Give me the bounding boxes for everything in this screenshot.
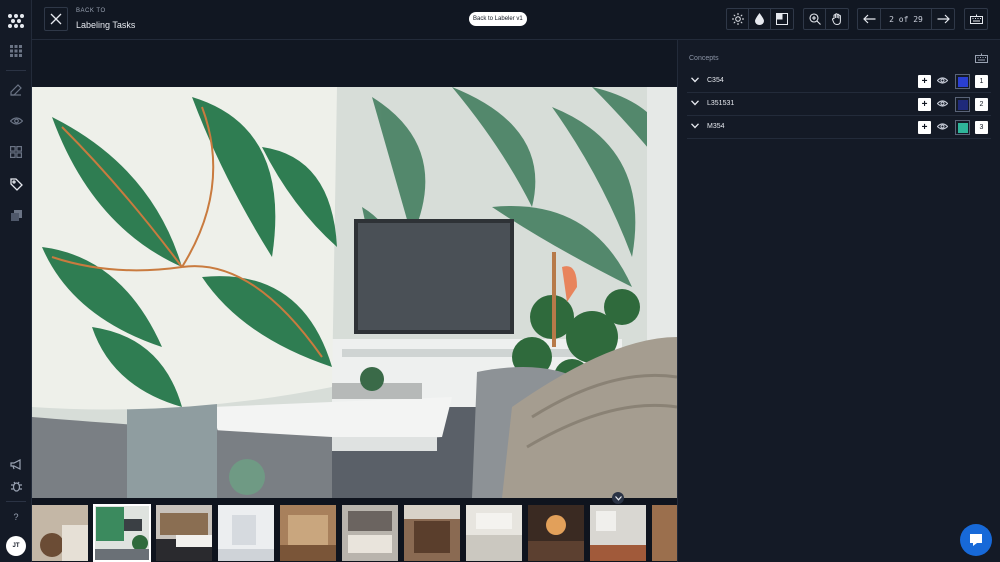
close-button[interactable] [44, 7, 68, 31]
keyboard-shortcuts-button[interactable] [965, 9, 987, 29]
arrow-left-icon [862, 14, 875, 24]
thumbnail[interactable] [32, 505, 88, 561]
back-to-label: BACK TO [76, 8, 106, 14]
annotation-canvas[interactable] [32, 40, 677, 498]
bug-icon[interactable] [8, 478, 24, 494]
tag-icon[interactable] [8, 176, 24, 192]
top-bar: BACK TO Labeling Tasks Back to Labeler v… [32, 0, 1000, 40]
rail-divider [6, 70, 26, 71]
color-fill [957, 76, 968, 87]
image-being-labeled[interactable] [32, 87, 677, 498]
concept-shortcut: 3 [975, 121, 988, 134]
filmstrip-toggle[interactable] [612, 492, 624, 504]
arrow-right-icon [937, 14, 950, 24]
concept-name: C354 [707, 77, 724, 84]
chevron-down-icon[interactable] [691, 100, 699, 106]
previous-button[interactable] [858, 9, 880, 29]
copy-icon[interactable] [8, 207, 24, 223]
add-annotation-button[interactable]: + [918, 98, 931, 111]
chevron-down-icon[interactable] [691, 77, 699, 83]
thumbnail[interactable] [528, 505, 584, 561]
concept-row[interactable]: L351531 + 2 [687, 93, 991, 116]
chevron-down-icon[interactable] [691, 123, 699, 129]
eye-icon[interactable] [937, 99, 948, 108]
chat-icon [970, 534, 982, 546]
thumbnail[interactable] [342, 505, 398, 561]
next-button[interactable] [932, 9, 954, 29]
thumbnail[interactable] [404, 505, 460, 561]
concepts-title: Concepts [689, 55, 719, 62]
filmstrip [32, 498, 677, 562]
thumbnail[interactable] [156, 505, 212, 561]
keyboard-icon [969, 14, 983, 24]
thumbnail[interactable] [466, 505, 522, 561]
close-icon [50, 13, 62, 25]
color-fill [957, 99, 968, 110]
rail-divider [6, 501, 26, 502]
shortcuts-group [964, 8, 988, 30]
eye-icon[interactable] [937, 122, 948, 131]
page-counter: 2 of 29 [880, 9, 932, 29]
concept-name: M354 [707, 123, 725, 130]
back-to-link[interactable]: Labeling Tasks [76, 20, 135, 30]
chevron-down-icon [614, 495, 622, 501]
thumbnail[interactable] [218, 505, 274, 561]
eye-icon[interactable] [8, 113, 24, 129]
contrast-icon [776, 13, 788, 25]
chat-support-button[interactable] [960, 524, 992, 556]
edit-icon[interactable] [8, 82, 24, 98]
avatar[interactable]: JT [6, 536, 26, 556]
back-to-labeler-button[interactable]: Back to Labeler v1 [469, 12, 527, 26]
thumbnail-selected[interactable] [93, 504, 151, 562]
saturation-button[interactable] [749, 9, 771, 29]
pan-button[interactable] [826, 9, 848, 29]
add-annotation-button[interactable]: + [918, 121, 931, 134]
concepts-panel: Concepts C354 + 1 L351531 + 2 M354 + 3 [677, 40, 1000, 562]
hand-pan-icon [831, 13, 841, 25]
logo-icon[interactable] [6, 10, 26, 30]
concept-shortcut: 2 [975, 98, 988, 111]
labeler-app: ? JT BACK TO Labeling Tasks Back to Labe… [0, 0, 1000, 562]
brightness-icon [731, 13, 744, 25]
keyboard-icon[interactable] [975, 53, 988, 63]
left-rail: ? JT [0, 0, 32, 562]
pagination-group: 2 of 29 [857, 8, 955, 30]
contrast-button[interactable] [771, 9, 793, 29]
saturation-icon [755, 13, 764, 25]
thumbnail[interactable] [590, 505, 646, 561]
zoom-in-icon [808, 13, 821, 25]
grid-icon[interactable] [8, 144, 24, 160]
apps-grid-icon[interactable] [8, 43, 24, 59]
thumbnail[interactable] [280, 505, 336, 561]
view-tools-group [803, 8, 849, 30]
zoom-in-button[interactable] [804, 9, 826, 29]
image-adjust-group [726, 8, 794, 30]
megaphone-icon[interactable] [8, 456, 24, 472]
concept-color-swatch[interactable] [955, 97, 970, 112]
concept-shortcut: 1 [975, 75, 988, 88]
concept-color-swatch[interactable] [955, 74, 970, 89]
concept-row[interactable]: M354 + 3 [687, 116, 991, 139]
concept-color-swatch[interactable] [955, 120, 970, 135]
help-icon[interactable]: ? [8, 509, 24, 525]
thumbnail[interactable] [652, 505, 677, 561]
color-fill [957, 122, 968, 133]
eye-icon[interactable] [937, 76, 948, 85]
add-annotation-button[interactable]: + [918, 75, 931, 88]
brightness-button[interactable] [727, 9, 749, 29]
concept-name: L351531 [707, 100, 735, 107]
concept-row[interactable]: C354 + 1 [687, 70, 991, 93]
